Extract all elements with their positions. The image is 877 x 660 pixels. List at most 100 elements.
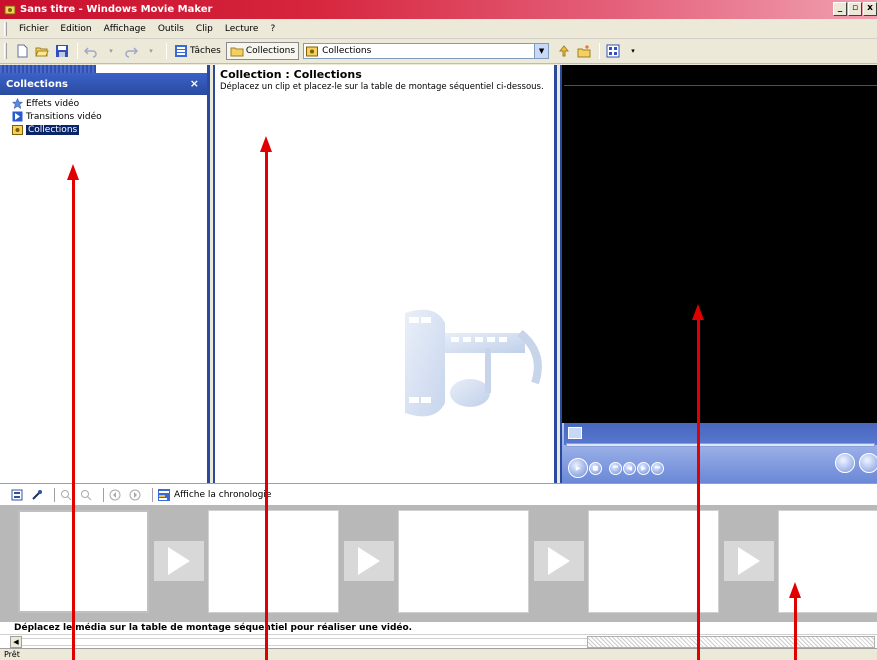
storyboard-scrollbar[interactable]: ◀ (0, 634, 877, 648)
undo-icon (84, 47, 97, 58)
previous-frame-button[interactable]: ⏮ (609, 461, 622, 475)
title-bar: Sans titre - Windows Movie Maker _ ▫ x (0, 0, 877, 19)
set-audio-levels-icon[interactable] (30, 488, 44, 502)
status-text: Prêt (4, 650, 20, 659)
new-document-icon (17, 44, 28, 58)
storyboard-clip-slot[interactable] (398, 510, 529, 613)
menu-outils[interactable]: Outils (152, 24, 190, 34)
storyboard-transition-slot[interactable] (724, 541, 774, 581)
tasks-list-icon (175, 45, 187, 57)
minimize-button[interactable]: _ (833, 2, 847, 16)
timeline-icon (158, 488, 170, 501)
menu-lecture[interactable]: Lecture (219, 24, 265, 34)
rewind-button[interactable]: ◀ (623, 461, 636, 475)
collections-folder-icon (230, 47, 244, 57)
storyboard-clip-slot[interactable] (208, 510, 339, 613)
annotation-arrow-shaft (697, 318, 700, 660)
preview-extra-buttons (835, 453, 877, 473)
tree-item-label: Collections (26, 124, 80, 135)
undo-dropdown[interactable]: ▾ (102, 42, 120, 60)
collections-label: Collections (245, 46, 296, 56)
maximize-button[interactable]: ▫ (848, 2, 862, 16)
split-clip-button[interactable] (835, 453, 855, 473)
collection-title: Collection : Collections (220, 68, 362, 81)
transition-arrow-icon (168, 547, 190, 575)
transition-arrow-icon (738, 547, 760, 575)
new-collection-folder-button[interactable] (575, 42, 593, 60)
menu-fichier[interactable]: Fichier (13, 24, 54, 34)
tree-item-collections[interactable]: Collections (0, 123, 207, 136)
menubar-grip[interactable] (4, 21, 7, 36)
play-button[interactable]: ▶ (568, 458, 588, 478)
collections-combo-value: Collections (322, 46, 372, 56)
stop-button[interactable]: ■ (589, 461, 602, 475)
open-folder-icon (35, 47, 49, 57)
rewind-storyboard-icon[interactable] (108, 488, 122, 502)
next-frame-button[interactable]: ⏭ (651, 461, 664, 475)
collection-folder-icon (306, 46, 319, 57)
storyboard-hint: Déplacez le média sur la table de montag… (0, 622, 877, 634)
up-level-button[interactable] (555, 42, 573, 60)
tasks-label: Tâches (190, 46, 221, 56)
views-button[interactable] (604, 42, 622, 60)
open-project-button[interactable] (33, 42, 51, 60)
transition-arrow-icon (358, 547, 380, 575)
take-picture-button[interactable] (859, 453, 877, 473)
views-dropdown[interactable]: ▾ (624, 42, 642, 60)
transition-arrow-icon (548, 547, 570, 575)
storyboard-clip-slot[interactable] (18, 510, 149, 613)
zoom-out-icon[interactable] (79, 488, 93, 502)
preview-controls: ▶ ■ ⏮ ◀ ▶ ⏭ (562, 423, 877, 483)
toolbar-separator (599, 43, 601, 59)
redo-dropdown[interactable]: ▾ (142, 42, 160, 60)
movie-maker-app-icon (4, 5, 16, 14)
new-project-button[interactable] (13, 42, 31, 60)
storyboard-view-icon[interactable] (10, 488, 24, 502)
pane-grip[interactable] (0, 65, 96, 73)
combo-dropdown-arrow[interactable]: ▼ (534, 44, 549, 58)
storyboard-transition-slot[interactable] (344, 541, 394, 581)
toolbar-grip[interactable] (4, 43, 7, 59)
fullscreen-toggle-icon[interactable] (568, 427, 582, 439)
annotation-arrow-shaft (794, 596, 797, 660)
undo-button[interactable] (82, 42, 100, 60)
seek-bar[interactable] (566, 443, 875, 447)
forward-button[interactable]: ▶ (637, 461, 650, 475)
storyboard-toolbar: Affiche la chronologie (0, 483, 877, 505)
annotation-arrow-shaft (265, 150, 268, 660)
scroll-left-arrow-icon[interactable]: ◀ (10, 636, 22, 648)
tree-item-video-effects[interactable]: Effets vidéo (0, 97, 207, 110)
collections-button[interactable]: Collections (225, 42, 300, 60)
storyboard-transition-slot[interactable] (154, 541, 204, 581)
zoom-in-icon[interactable] (59, 488, 73, 502)
menu-edition[interactable]: Edition (54, 24, 97, 34)
close-button[interactable]: x (863, 2, 877, 16)
scroll-track[interactable] (22, 638, 587, 646)
storyboard-transition-slot[interactable] (534, 541, 584, 581)
show-timeline-button[interactable]: Affiche la chronologie (157, 488, 271, 502)
storyboard-separator (54, 487, 55, 502)
transition-icon (12, 111, 23, 122)
playback-buttons: ▶ ■ ⏮ ◀ ▶ ⏭ (568, 458, 664, 478)
close-pane-icon[interactable]: × (190, 77, 199, 90)
redo-button[interactable] (122, 42, 140, 60)
status-bar: Prêt (0, 648, 877, 660)
save-project-button[interactable] (53, 42, 71, 60)
menu-clip[interactable]: Clip (190, 24, 219, 34)
play-storyboard-icon[interactable] (128, 488, 142, 502)
collections-pane-header: Collections × (0, 73, 207, 95)
annotation-arrow-shaft (72, 178, 75, 660)
scroll-thumb[interactable] (587, 636, 875, 648)
storyboard-separator (103, 487, 104, 502)
up-arrow-icon (559, 45, 570, 57)
annotation-arrow-head (67, 164, 79, 180)
tree-item-video-transitions[interactable]: Transitions vidéo (0, 110, 207, 123)
storyboard-separator (152, 487, 153, 502)
views-grid-icon (606, 44, 620, 58)
tasks-button[interactable]: Tâches (171, 42, 224, 60)
menu-bar: Fichier Edition Affichage Outils Clip Le… (0, 19, 877, 39)
movie-maker-watermark-icon (405, 309, 542, 417)
menu-help[interactable]: ? (264, 24, 281, 34)
menu-affichage[interactable]: Affichage (98, 24, 152, 34)
collections-combo[interactable]: Collections ▼ (303, 43, 550, 59)
